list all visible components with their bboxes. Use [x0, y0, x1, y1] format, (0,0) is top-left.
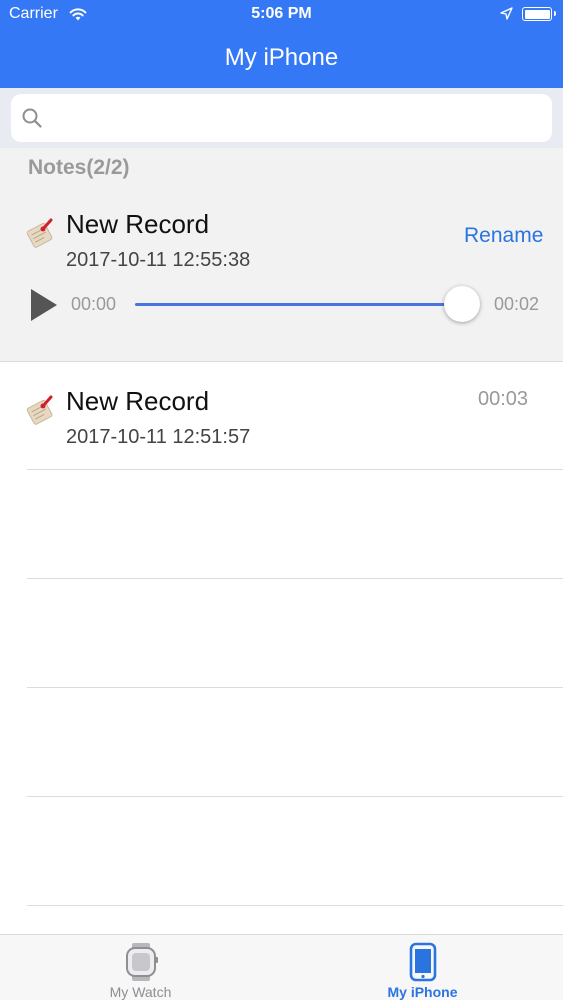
play-icon[interactable] — [30, 288, 58, 322]
tab-label: My iPhone — [387, 984, 458, 1000]
status-time: 5:06 PM — [251, 5, 312, 22]
playback-current-time: 00:00 — [71, 294, 117, 314]
rename-button[interactable]: Rename — [464, 224, 543, 248]
tab-label: My Watch — [109, 984, 172, 1000]
location-arrow-icon — [500, 7, 513, 20]
record-date: 2017-10-11 12:51:57 — [66, 426, 251, 448]
tab-bar: My Watch My iPhone — [0, 934, 563, 1000]
navigation-header: Carrier 5:06 PM My iPhone — [0, 0, 563, 88]
playback-slider-thumb[interactable] — [444, 286, 480, 322]
tab-my-iphone[interactable]: My iPhone — [282, 935, 563, 1000]
record-list: Notes(2/2) New Record 2017-10-11 12:55:3… — [0, 148, 563, 934]
battery-icon — [522, 7, 556, 21]
row-divider — [27, 905, 563, 906]
search-icon — [22, 108, 42, 128]
page-title: My iPhone — [224, 44, 339, 71]
record-title: New Record — [66, 209, 210, 239]
search-input[interactable] — [11, 94, 552, 142]
notes-count-label: Notes(2/2) — [28, 156, 130, 179]
row-divider — [27, 469, 563, 470]
record-date: 2017-10-11 12:55:38 — [66, 249, 251, 271]
row-divider — [27, 687, 563, 688]
iphone-icon — [409, 942, 436, 982]
voice-record-tag-icon — [26, 395, 53, 425]
playback-total-time: 00:02 — [494, 294, 540, 314]
record-title: New Record — [66, 386, 210, 416]
row-divider — [27, 578, 563, 579]
record-item-expanded[interactable]: Notes(2/2) New Record 2017-10-11 12:55:3… — [0, 148, 563, 361]
search-bar — [0, 88, 563, 148]
record-duration: 00:03 — [478, 388, 529, 410]
row-divider — [27, 796, 563, 797]
watch-icon — [125, 943, 158, 981]
playback-slider[interactable] — [135, 303, 462, 306]
tab-my-watch[interactable]: My Watch — [0, 935, 281, 1000]
voice-record-tag-icon — [26, 218, 53, 248]
status-bar: Carrier 5:06 PM — [0, 0, 563, 30]
